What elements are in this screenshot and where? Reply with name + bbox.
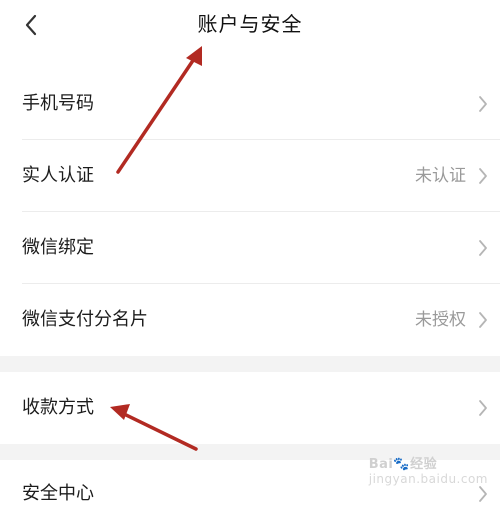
- status-value: 未认证: [415, 166, 466, 186]
- row-label: 手机号码: [22, 93, 94, 114]
- account-settings-group: 手机号码 实人认证 未认证 微信绑定 微信支付分名片 未授权: [0, 68, 500, 356]
- watermark-suffix: 经验: [410, 457, 438, 472]
- row-wechat-pay-score-card[interactable]: 微信支付分名片 未授权: [0, 284, 500, 356]
- paw-icon: 🐾: [393, 457, 411, 472]
- watermark: Bai🐾经验 jingyan.baidu.com: [369, 453, 488, 486]
- section-gap: [0, 356, 500, 372]
- chevron-right-icon: [479, 168, 487, 184]
- nav-bar: 账户与安全: [0, 0, 500, 50]
- chevron-right-icon: [479, 96, 487, 112]
- status-value: 未授权: [415, 310, 466, 330]
- row-phone-number[interactable]: 手机号码: [0, 68, 500, 140]
- chevron-right-icon: [479, 312, 487, 328]
- row-label: 微信绑定: [22, 237, 94, 258]
- row-label: 收款方式: [22, 397, 94, 418]
- watermark-brand: Bai: [368, 457, 394, 472]
- chevron-right-icon: [479, 486, 487, 502]
- row-label: 实人认证: [22, 165, 94, 186]
- chevron-right-icon: [479, 400, 487, 416]
- watermark-url: jingyan.baidu.com: [368, 472, 488, 486]
- row-real-name-verification[interactable]: 实人认证 未认证: [0, 140, 500, 212]
- row-payment-methods[interactable]: 收款方式: [0, 372, 500, 444]
- payment-group: 收款方式: [0, 372, 500, 444]
- chevron-right-icon: [479, 240, 487, 256]
- page-title: 账户与安全: [197, 12, 303, 36]
- row-label: 微信支付分名片: [22, 309, 148, 330]
- row-wechat-binding[interactable]: 微信绑定: [0, 212, 500, 284]
- row-label: 安全中心: [22, 483, 94, 504]
